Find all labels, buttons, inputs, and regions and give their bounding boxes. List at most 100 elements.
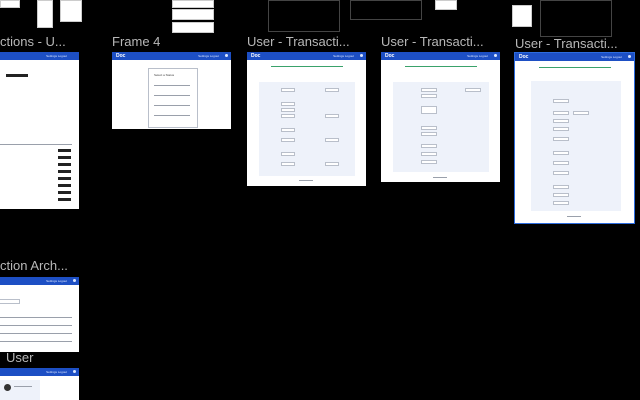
row-action[interactable] (58, 184, 71, 187)
app-header: Doc Settings Logout (112, 52, 231, 60)
component-thumb[interactable] (512, 5, 532, 27)
form-field[interactable] (281, 108, 295, 112)
frame-label[interactable]: ction Arch... (0, 258, 80, 273)
form-field[interactable] (421, 106, 437, 114)
frame-user-transaction[interactable]: Doc Settings Logout (247, 52, 366, 186)
form-field[interactable] (553, 119, 569, 123)
frame-label[interactable]: User - Transacti... (381, 34, 501, 49)
frame-user-transaction-selected[interactable]: Doc Settings Logout (514, 52, 635, 224)
form-field[interactable] (553, 127, 569, 131)
form-field[interactable] (553, 111, 569, 115)
form-field[interactable] (553, 201, 569, 205)
form-field[interactable] (553, 171, 569, 175)
form-field[interactable] (553, 185, 569, 189)
form-panel (259, 82, 355, 176)
frame-transactions-user[interactable]: Settings Logout (0, 52, 79, 209)
user-icon[interactable] (73, 370, 76, 373)
frame-4[interactable]: Doc Settings Logout Select a Status (112, 52, 231, 129)
table-row[interactable] (0, 341, 72, 342)
row-action[interactable] (58, 191, 71, 194)
form-field[interactable] (281, 162, 295, 166)
user-icon[interactable] (494, 54, 497, 57)
component-thumb[interactable] (0, 0, 20, 8)
form-field[interactable] (553, 161, 569, 165)
form-field[interactable] (325, 138, 339, 142)
component-thumb[interactable] (172, 22, 214, 33)
progress-stepper (405, 66, 477, 67)
app-logo: Doc (251, 53, 261, 59)
form-field[interactable] (421, 94, 437, 98)
frame-label[interactable]: User - Transacti... (247, 34, 367, 49)
search-button[interactable] (6, 74, 28, 77)
form-field[interactable] (281, 102, 295, 106)
progress-stepper (539, 67, 611, 68)
user-icon[interactable] (360, 54, 363, 57)
frame-user[interactable]: Settings Logout (0, 368, 79, 400)
component-thumb[interactable] (268, 0, 340, 32)
form-field[interactable] (325, 162, 339, 166)
header-nav: Settings Logout (333, 54, 354, 58)
header-nav: Settings Logout (46, 370, 67, 374)
form-field[interactable] (281, 138, 295, 142)
component-thumb[interactable] (435, 0, 457, 10)
component-thumb[interactable] (60, 0, 82, 22)
component-thumb[interactable] (37, 0, 53, 28)
status-card-title: Select a Status (154, 73, 175, 77)
status-option[interactable] (154, 95, 190, 96)
form-field[interactable] (421, 126, 437, 130)
frame-transaction-archive[interactable]: Settings Logout (0, 277, 79, 352)
pagination[interactable] (433, 177, 447, 178)
user-icon[interactable] (225, 54, 228, 57)
form-field[interactable] (281, 88, 295, 92)
component-thumb[interactable] (172, 0, 214, 8)
row-action[interactable] (58, 156, 71, 159)
row-action[interactable] (58, 177, 71, 180)
frame-user-transaction[interactable]: Doc Settings Logout (381, 52, 500, 182)
row-action[interactable] (58, 170, 71, 173)
form-field[interactable] (465, 88, 481, 92)
row-action[interactable] (58, 149, 71, 152)
form-field[interactable] (281, 128, 295, 132)
user-icon[interactable] (628, 55, 631, 58)
form-field[interactable] (573, 111, 589, 115)
frame-label[interactable]: ctions - U... (0, 34, 104, 49)
frame-label[interactable]: Frame 4 (112, 34, 232, 49)
component-thumb[interactable] (172, 9, 214, 20)
form-field[interactable] (281, 114, 295, 118)
form-field[interactable] (553, 137, 569, 141)
avatar (4, 384, 11, 391)
form-field[interactable] (325, 114, 339, 118)
form-field[interactable] (553, 151, 569, 155)
form-field[interactable] (421, 144, 437, 148)
app-logo: Doc (116, 53, 126, 59)
form-field[interactable] (421, 88, 437, 92)
status-option[interactable] (154, 115, 190, 116)
table-row[interactable] (0, 325, 72, 326)
frame-label[interactable]: User (6, 350, 66, 365)
pagination[interactable] (299, 180, 313, 181)
form-field[interactable] (553, 99, 569, 103)
header-nav: Settings Logout (601, 55, 622, 59)
row-action[interactable] (58, 163, 71, 166)
pagination[interactable] (567, 216, 581, 217)
form-field[interactable] (421, 152, 437, 156)
component-thumb[interactable] (540, 0, 612, 37)
frame-label[interactable]: User - Transacti... (515, 36, 640, 51)
form-field[interactable] (421, 160, 437, 164)
header-nav: Settings Logout (46, 279, 67, 283)
status-option[interactable] (154, 105, 190, 106)
form-panel (531, 81, 621, 211)
form-field[interactable] (421, 132, 437, 136)
status-option[interactable] (154, 85, 190, 86)
table-row[interactable] (0, 333, 72, 334)
divider (0, 317, 72, 318)
search-input[interactable] (0, 299, 20, 304)
app-header: Settings Logout (0, 52, 79, 60)
form-field[interactable] (325, 88, 339, 92)
row-action[interactable] (58, 198, 71, 201)
form-field[interactable] (281, 152, 295, 156)
form-field[interactable] (553, 193, 569, 197)
profile-panel (0, 380, 40, 400)
component-thumb[interactable] (350, 0, 422, 20)
user-icon[interactable] (73, 279, 76, 282)
